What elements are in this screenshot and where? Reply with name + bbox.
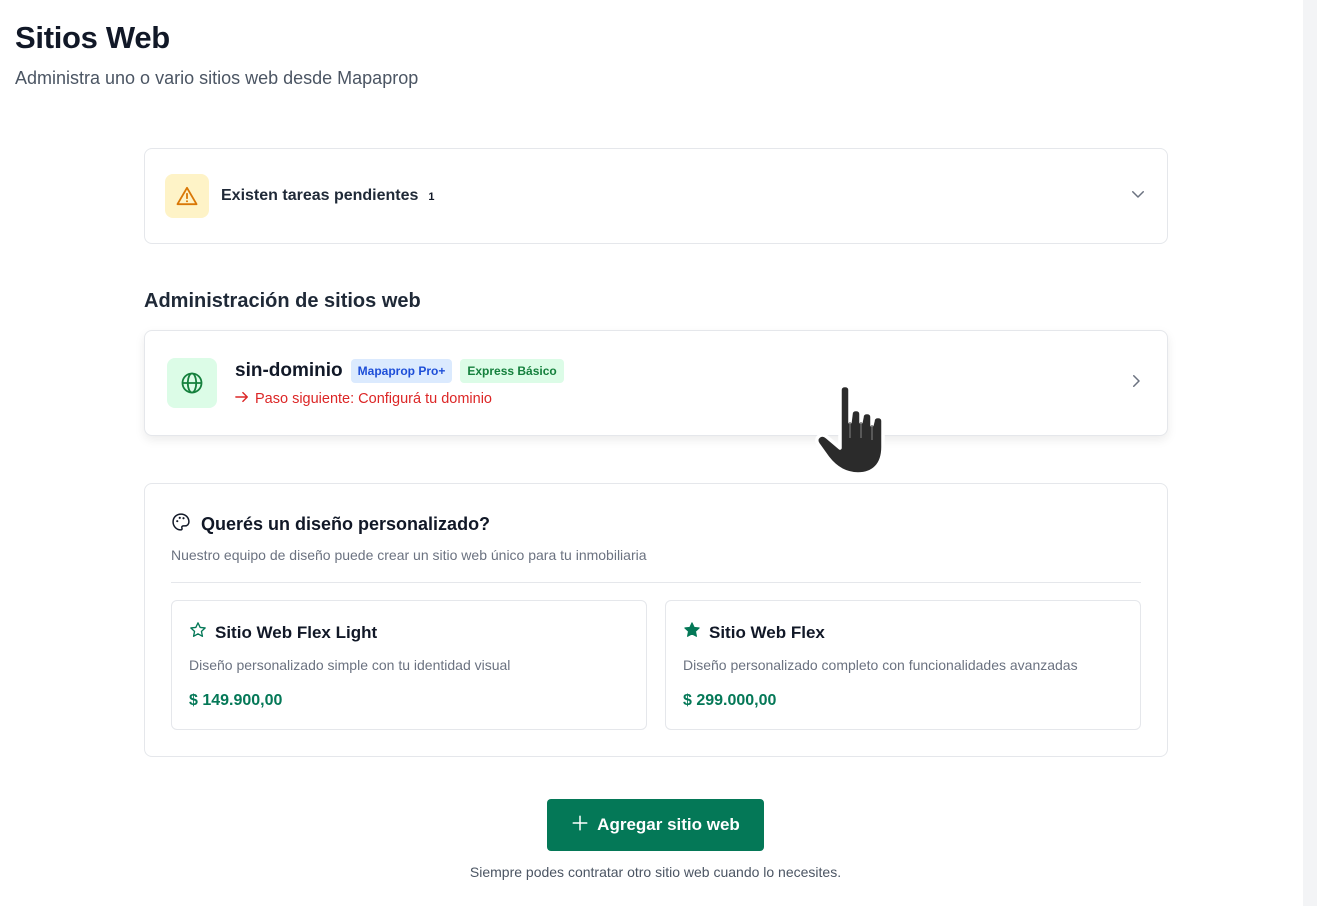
next-step-link[interactable]: Paso siguiente: Configurá tu dominio xyxy=(235,391,564,407)
custom-design-subtitle: Nuestro equipo de diseño puede crear un … xyxy=(171,547,647,563)
right-scroll-strip xyxy=(1303,0,1317,906)
design-plans: Sitio Web Flex Light Diseño personalizad… xyxy=(171,600,1141,730)
next-step-text: Paso siguiente: Configurá tu dominio xyxy=(255,391,492,407)
star-filled-icon xyxy=(683,621,701,644)
pending-tasks-count: 1 xyxy=(428,191,435,203)
warning-icon xyxy=(165,174,209,218)
plan-price: $ 149.900,00 xyxy=(189,692,283,709)
pending-tasks-label: Existen tareas pendientes xyxy=(221,187,419,204)
chevron-right-icon[interactable] xyxy=(1127,372,1145,395)
plan-title: Sitio Web Flex xyxy=(709,622,825,642)
pending-tasks-card[interactable]: Existen tareas pendientes 1 xyxy=(144,148,1168,244)
page-title: Sitios Web xyxy=(15,20,170,55)
plan-description: Diseño personalizado simple con tu ident… xyxy=(189,657,511,673)
site-name: sin-dominio xyxy=(235,360,343,381)
plan-flex-light[interactable]: Sitio Web Flex Light Diseño personalizad… xyxy=(171,600,647,730)
chevron-down-icon[interactable] xyxy=(1129,185,1147,208)
site-info: sin-dominio Mapaprop Pro+ Express Básico… xyxy=(235,359,564,407)
arrow-right-icon xyxy=(235,391,249,407)
page-subtitle: Administra uno o vario sitios web desde … xyxy=(15,68,419,88)
plan-description: Diseño personalizado completo con funcio… xyxy=(683,657,1078,673)
custom-design-card: Querés un diseño personalizado? Nuestro … xyxy=(144,483,1168,757)
site-card[interactable]: sin-dominio Mapaprop Pro+ Express Básico… xyxy=(144,330,1168,436)
page-header: Sitios Web Administra uno o vario sitios… xyxy=(15,20,418,89)
palette-icon xyxy=(171,512,191,537)
hand-cursor-icon xyxy=(815,383,885,476)
plan-price: $ 299.000,00 xyxy=(683,692,777,709)
add-site-label: Agregar sitio web xyxy=(597,815,740,834)
express-badge: Express Básico xyxy=(460,359,564,383)
plan-badge: Mapaprop Pro+ xyxy=(350,359,453,383)
plan-title: Sitio Web Flex Light xyxy=(215,622,378,642)
section-title: Administración de sitios web xyxy=(144,290,421,312)
star-outline-icon xyxy=(189,621,207,644)
globe-icon xyxy=(167,358,217,408)
divider xyxy=(171,582,1141,583)
add-site-button[interactable]: Agregar sitio web xyxy=(547,799,764,851)
plus-icon xyxy=(571,814,589,837)
custom-design-title: Querés un diseño personalizado? xyxy=(201,514,491,534)
plan-flex[interactable]: Sitio Web Flex Diseño personalizado comp… xyxy=(665,600,1141,730)
footnote: Siempre podes contratar otro sitio web c… xyxy=(469,864,842,880)
